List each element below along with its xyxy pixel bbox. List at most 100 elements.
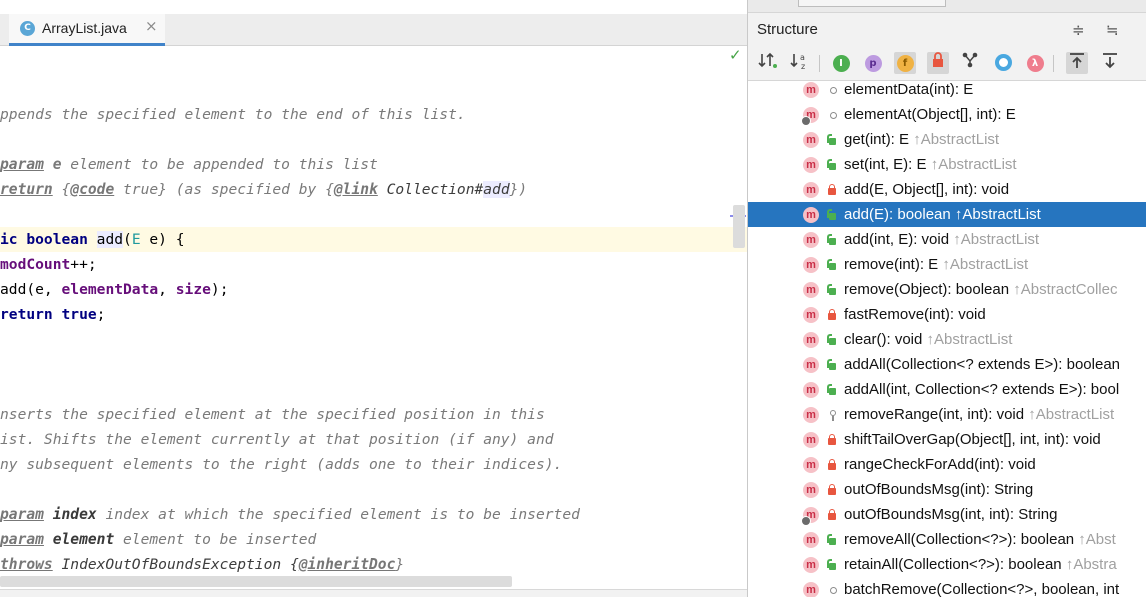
structure-item-label: addAll(Collection<? extends E>): boolean: [844, 352, 1120, 377]
code-line-current: ic boolean add(E e) {: [0, 227, 747, 252]
code-line: param e element to be appended to this l…: [0, 156, 378, 173]
sort-alpha-icon[interactable]: az: [789, 52, 811, 74]
structure-item[interactable]: m remove(int): E ↑AbstractList: [748, 252, 1146, 277]
structure-item-label: remove(int): E ↑AbstractList: [844, 252, 1028, 277]
method-icon: m: [803, 557, 819, 573]
public-access-icon: [827, 134, 837, 145]
close-icon[interactable]: ×: [145, 17, 158, 35]
svg-text:a: a: [800, 53, 805, 62]
method-icon: m: [803, 407, 819, 423]
structure-item[interactable]: m fastRemove(int): void: [748, 302, 1146, 327]
structure-item[interactable]: m clear(): void ↑AbstractList: [748, 327, 1146, 352]
show-inherited-icon[interactable]: I: [830, 52, 852, 74]
structure-panel[interactable]: Structure ≑ ≒ az I p f λ m elementData(in…: [747, 0, 1146, 597]
method-signature: outOfBoundsMsg(int, int): String: [844, 506, 1058, 523]
override-overlay-icon: [801, 516, 811, 526]
method-icon: m: [803, 332, 819, 348]
autoscroll-to-source-icon[interactable]: [1066, 52, 1088, 74]
structure-item[interactable]: m removeRange(int, int): void ↑AbstractLi…: [748, 402, 1146, 427]
checkmark-icon: ✓: [729, 46, 742, 64]
sort-visibility-icon[interactable]: [757, 52, 779, 74]
code-line: return true;: [0, 306, 106, 323]
autoscroll-from-source-icon[interactable]: [1099, 52, 1121, 74]
structure-item-label: add(int, E): void ↑AbstractList: [844, 227, 1039, 252]
method-signature: remove(int): E: [844, 256, 943, 273]
code-line: nserts the specified element at the spec…: [0, 406, 545, 423]
structure-item[interactable]: m addAll(Collection<? extends E>): boolea…: [748, 352, 1146, 377]
package-access-icon: [827, 84, 837, 95]
structure-item[interactable]: m elementData(int): E: [748, 77, 1146, 102]
collapse-all-icon[interactable]: ≒: [1106, 21, 1119, 39]
code-line: ppends the specified element to the end …: [0, 106, 466, 123]
inherited-from: ↑AbstractList: [942, 256, 1029, 273]
class-icon: C: [20, 21, 35, 36]
structure-item[interactable]: m batchRemove(Collection<?>, boolean, int: [748, 577, 1146, 597]
method-icon: m: [803, 132, 819, 148]
svg-text:z: z: [801, 62, 805, 70]
code-line: modCount++;: [0, 256, 97, 273]
show-anonymous-icon[interactable]: [959, 52, 981, 74]
method-icon: m: [803, 382, 819, 398]
method-signature: elementAt(Object[], int): E: [844, 106, 1016, 123]
vertical-scrollbar[interactable]: [733, 205, 745, 248]
code-line: param index index at which the specified…: [0, 506, 580, 523]
public-access-icon: [827, 334, 837, 345]
structure-item[interactable]: m removeAll(Collection<?>): boolean ↑Abst: [748, 527, 1146, 552]
show-properties-icon[interactable]: p: [862, 52, 884, 74]
method-signature: rangeCheckForAdd(int): void: [844, 456, 1036, 473]
toolbar-field[interactable]: [798, 0, 946, 7]
public-access-icon: [827, 234, 837, 245]
show-non-public-icon[interactable]: [927, 52, 949, 74]
toolbar-separator: [1053, 55, 1054, 72]
method-signature: set(int, E): E: [844, 156, 931, 173]
structure-item[interactable]: m shiftTailOverGap(Object[], int, int): v…: [748, 427, 1146, 452]
structure-item[interactable]: m rangeCheckForAdd(int): void: [748, 452, 1146, 477]
method-signature: add(E): boolean: [844, 206, 955, 223]
structure-item[interactable]: m get(int): E ↑AbstractList: [748, 127, 1146, 152]
show-lambdas-icon[interactable]: [992, 52, 1014, 74]
structure-item-label: removeRange(int, int): void ↑AbstractLis…: [844, 402, 1114, 427]
structure-item[interactable]: m add(E): boolean ↑AbstractList: [748, 202, 1146, 227]
structure-item[interactable]: m elementAt(Object[], int): E: [748, 102, 1146, 127]
structure-item[interactable]: m add(E, Object[], int): void: [748, 177, 1146, 202]
method-icon: m: [803, 457, 819, 473]
method-signature: remove(Object): boolean: [844, 281, 1014, 298]
method-signature: removeRange(int, int): void: [844, 406, 1029, 423]
code-line: ny subsequent elements to the right (add…: [0, 456, 563, 473]
method-signature: clear(): void: [844, 331, 927, 348]
structure-item[interactable]: m set(int, E): E ↑AbstractList: [748, 152, 1146, 177]
inherited-from: ↑AbstractList: [930, 156, 1017, 173]
horizontal-scrollbar[interactable]: [0, 576, 512, 587]
method-icon: m: [803, 232, 819, 248]
structure-item-label: fastRemove(int): void: [844, 302, 986, 327]
method-icon: m: [803, 582, 819, 597]
structure-item-label: removeAll(Collection<?>): boolean ↑Abst: [844, 527, 1116, 552]
private-access-icon: [827, 184, 837, 195]
structure-item-label: shiftTailOverGap(Object[], int, int): vo…: [844, 427, 1101, 452]
structure-item[interactable]: m add(int, E): void ↑AbstractList: [748, 227, 1146, 252]
structure-item[interactable]: m retainAll(Collection<?>): boolean ↑Abst…: [748, 552, 1146, 577]
structure-item[interactable]: m outOfBoundsMsg(int, int): String: [748, 502, 1146, 527]
structure-item[interactable]: m outOfBoundsMsg(int): String: [748, 477, 1146, 502]
structure-item[interactable]: m remove(Object): boolean ↑AbstractCollec: [748, 277, 1146, 302]
tab-arraylist-java[interactable]: C ArrayList.java ×: [9, 14, 165, 46]
public-access-icon: [827, 284, 837, 295]
structure-item-label: set(int, E): E ↑AbstractList: [844, 152, 1017, 177]
public-access-icon: [827, 384, 837, 395]
method-signature: retainAll(Collection<?>): boolean: [844, 556, 1066, 573]
public-access-icon: [827, 359, 837, 370]
structure-header: Structure ≑ ≒: [748, 12, 1146, 47]
method-signature: addAll(Collection<? extends E>): boolean: [844, 356, 1121, 373]
editor-pane[interactable]: C ArrayList.java × ✓ ppends the specifie…: [0, 0, 747, 597]
inherited-from: ↑AbstractList: [954, 206, 1041, 223]
panel-top-strip: [748, 0, 1146, 12]
structure-item[interactable]: m addAll(int, Collection<? extends E>): b…: [748, 377, 1146, 402]
show-fields-icon[interactable]: f: [894, 52, 916, 74]
method-icon: m: [803, 482, 819, 498]
lambda-icon[interactable]: λ: [1024, 52, 1046, 74]
structure-item-label: remove(Object): boolean ↑AbstractCollec: [844, 277, 1117, 302]
expand-all-icon[interactable]: ≑: [1072, 21, 1085, 39]
private-access-icon: [827, 484, 837, 495]
panel-title: Structure: [757, 21, 818, 38]
code-line: throws IndexOutOfBoundsException {@inher…: [0, 556, 405, 573]
